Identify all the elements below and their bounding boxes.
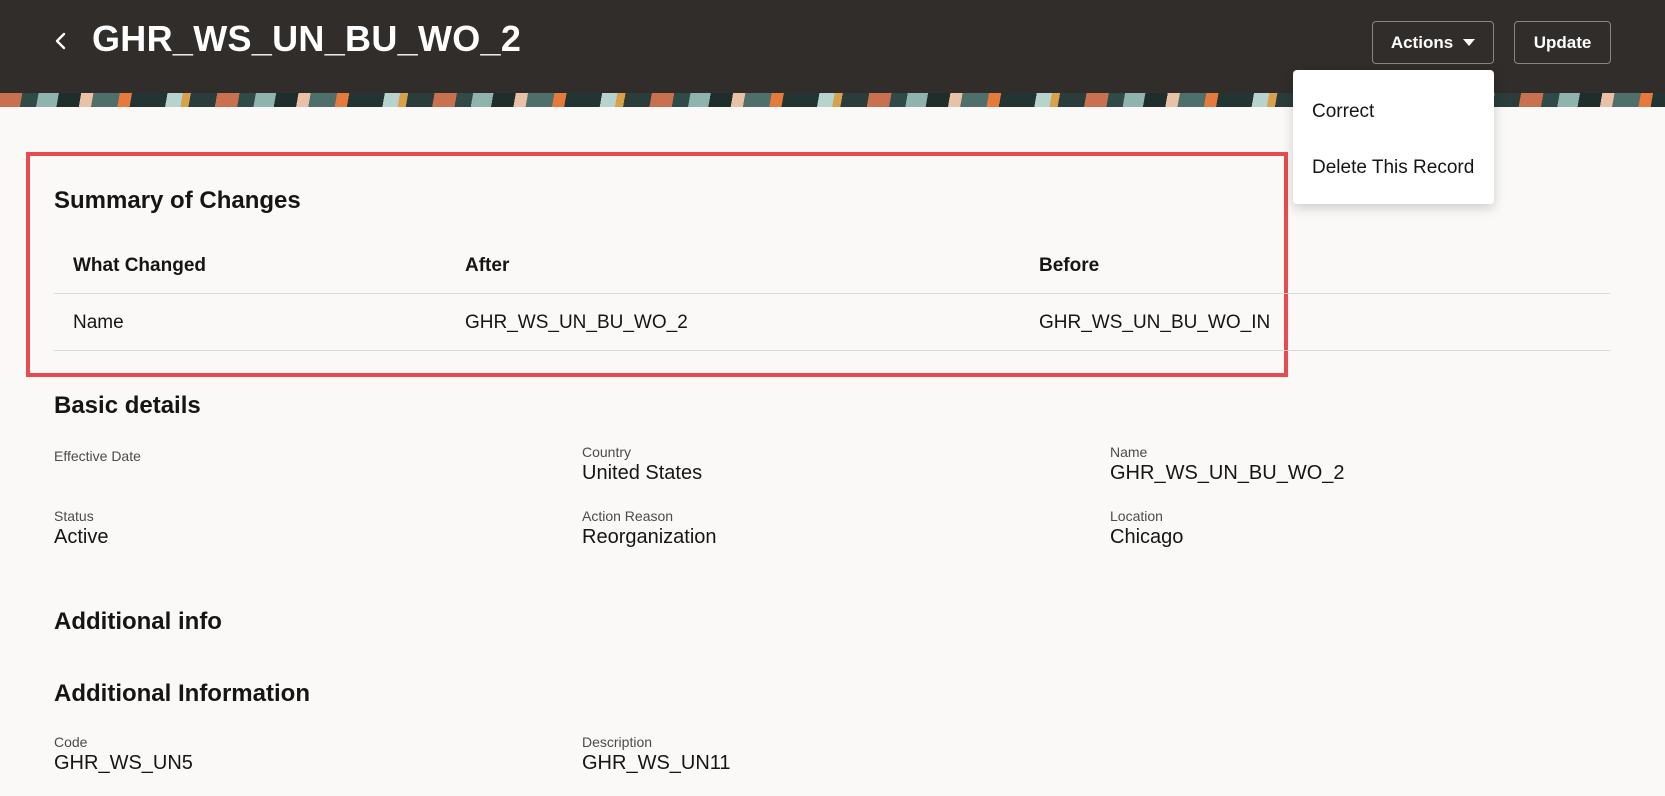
country-value: United States <box>582 462 703 484</box>
back-button[interactable] <box>46 26 76 56</box>
action-reason-label: Action Reason <box>582 508 674 524</box>
cell-what-changed: Name <box>73 312 124 333</box>
update-button[interactable]: Update <box>1514 21 1611 64</box>
basic-details-title: Basic details <box>54 392 201 419</box>
table-divider <box>54 350 1610 351</box>
name-value: GHR_WS_UN_BU_WO_2 <box>1110 462 1345 484</box>
country-label: Country <box>582 444 632 460</box>
effective-date-label: Effective Date <box>54 448 141 464</box>
table-divider <box>54 293 1610 294</box>
additional-info-title: Additional info <box>54 608 222 635</box>
description-label: Description <box>582 734 653 750</box>
page-title: GHR_WS_UN_BU_WO_2 <box>92 18 522 59</box>
location-value: Chicago <box>1110 526 1184 548</box>
additional-information-title: Additional Information <box>54 680 310 707</box>
code-label: Code <box>54 734 88 750</box>
cell-after: GHR_WS_UN_BU_WO_2 <box>465 312 688 333</box>
description-value: GHR_WS_UN11 <box>582 752 731 774</box>
name-label: Name <box>1110 444 1148 460</box>
status-label: Status <box>54 508 94 524</box>
action-reason-value: Reorganization <box>582 526 717 548</box>
caret-down-icon <box>1463 39 1476 46</box>
cell-before: GHR_WS_UN_BU_WO_IN <box>1039 312 1271 333</box>
column-header-after: After <box>465 255 510 276</box>
column-header-before: Before <box>1039 255 1100 276</box>
actions-menu: Correct Delete This Record <box>1293 70 1494 204</box>
status-value: Active <box>54 526 109 548</box>
location-label: Location <box>1110 508 1163 524</box>
page: GHR_WS_UN_BU_WO_2 Actions Update Correct… <box>0 0 1665 796</box>
actions-button[interactable]: Actions <box>1372 21 1494 64</box>
code-value: GHR_WS_UN5 <box>54 752 193 774</box>
chevron-left-icon <box>55 32 66 50</box>
actions-button-label: Actions <box>1390 32 1454 52</box>
menu-item-delete-record[interactable]: Delete This Record <box>1293 140 1494 196</box>
summary-title: Summary of Changes <box>54 187 301 214</box>
column-header-what-changed: What Changed <box>73 255 206 276</box>
menu-item-correct[interactable]: Correct <box>1293 84 1494 140</box>
